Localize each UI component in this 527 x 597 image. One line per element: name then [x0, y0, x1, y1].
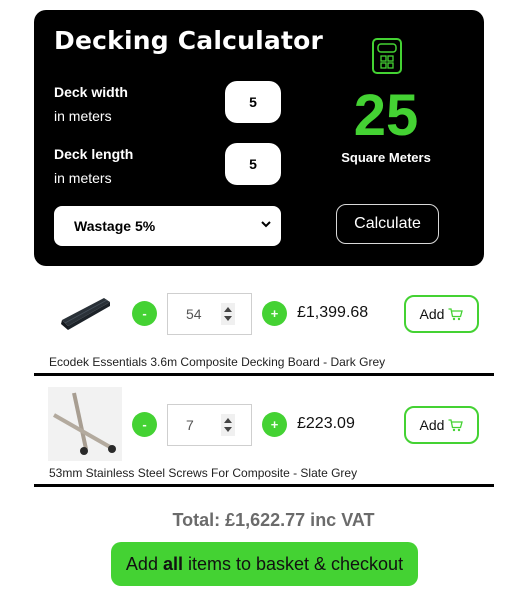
increase-quantity-button[interactable]: + — [262, 301, 287, 326]
deck-length-label-main: Deck length — [54, 146, 134, 162]
spinner-down-icon[interactable] — [224, 316, 232, 321]
add-all-checkout-button[interactable]: Add all items to basket & checkout — [111, 542, 418, 586]
add-label: Add — [419, 306, 445, 322]
row-divider — [34, 484, 494, 487]
deck-width-label-unit: in meters — [54, 108, 112, 124]
screws-image — [48, 387, 122, 461]
add-label: Add — [419, 417, 445, 433]
product-price: £1,399.68 — [297, 304, 369, 321]
quantity-stepper[interactable]: 7 — [167, 404, 252, 446]
checkout-label-bold: all — [162, 553, 183, 574]
checkout-label-pre: Add — [125, 553, 163, 574]
spinner-up-icon[interactable] — [224, 307, 232, 312]
order-total: Total: £1,622.77 inc VAT — [172, 510, 375, 530]
quantity-value: 7 — [186, 417, 194, 433]
area-result-unit: Square Meters — [341, 150, 431, 165]
deck-length-input[interactable] — [225, 143, 281, 185]
decrease-quantity-button[interactable]: - — [132, 412, 157, 437]
product-name: Ecodek Essentials 3.6m Composite Decking… — [49, 355, 386, 369]
product-name: 53mm Stainless Steel Screws For Composit… — [49, 466, 358, 480]
decrease-quantity-button[interactable]: - — [132, 301, 157, 326]
spinner-arrows[interactable] — [221, 414, 235, 436]
wastage-select[interactable]: Wastage 5% — [54, 206, 281, 246]
spinner-down-icon[interactable] — [224, 427, 232, 432]
row-divider — [34, 373, 494, 376]
calculator-title: Decking Calculator — [54, 26, 324, 55]
increase-quantity-button[interactable]: + — [262, 412, 287, 437]
decking-board-image — [61, 298, 110, 330]
calculator-panel: Decking Calculator Deck width in meters … — [34, 10, 484, 266]
calculate-button[interactable]: Calculate — [336, 204, 439, 244]
add-to-cart-button[interactable]: Add — [404, 295, 479, 333]
wastage-select-value: Wastage 5% — [74, 218, 156, 234]
add-to-cart-button[interactable]: Add — [404, 406, 479, 444]
product-price: £223.09 — [297, 415, 355, 432]
spinner-up-icon[interactable] — [224, 418, 232, 423]
cart-icon — [448, 307, 464, 320]
spinner-arrows[interactable] — [221, 303, 235, 325]
quantity-value: 54 — [186, 306, 202, 322]
cart-icon — [448, 418, 464, 431]
deck-length-label: Deck length in meters — [54, 142, 133, 190]
product-row: - 7 + £223.09 Add 53mm Stainless Steel S… — [34, 387, 494, 487]
chevron-down-icon — [261, 221, 271, 228]
deck-width-label-main: Deck width — [54, 84, 128, 100]
product-row: - 54 + £1,399.68 Add Ecodek Essentials 3… — [34, 276, 494, 376]
deck-length-label-unit: in meters — [54, 170, 112, 186]
deck-width-label: Deck width in meters — [54, 80, 128, 128]
quantity-stepper[interactable]: 54 — [167, 293, 252, 335]
area-result-value: 25 — [353, 83, 419, 148]
deck-width-input[interactable] — [225, 81, 281, 123]
checkout-label-post: items to basket & checkout — [182, 553, 404, 574]
calculator-icon — [372, 38, 402, 74]
